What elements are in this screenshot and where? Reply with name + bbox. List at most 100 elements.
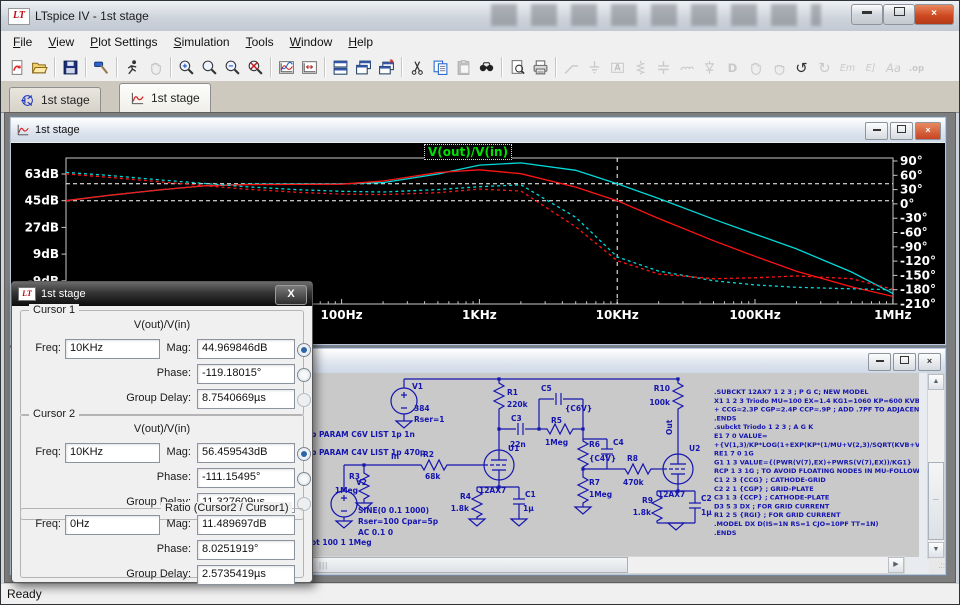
copy-icon[interactable] bbox=[429, 56, 452, 79]
svg-text:C2 2 1 {CGP} ; GRID-PLATE: C2 2 1 {CGP} ; GRID-PLATE bbox=[714, 485, 814, 493]
svg-text:1KHz: 1KHz bbox=[462, 308, 497, 322]
waveform-pane-icon[interactable] bbox=[275, 56, 298, 79]
svg-text:V2: V2 bbox=[356, 478, 367, 487]
group-delay-value[interactable]: 8.7540669µs bbox=[197, 389, 295, 409]
cascade-icon[interactable] bbox=[352, 56, 375, 79]
scroll-right-icon[interactable]: ▶ bbox=[888, 557, 904, 573]
schematic-restore-button[interactable] bbox=[893, 353, 916, 371]
mirror-icon bbox=[836, 56, 859, 79]
group-delay-value[interactable]: 2.5735419µs bbox=[197, 565, 295, 585]
freq-label: Freq: bbox=[35, 518, 61, 530]
svg-text:R1: R1 bbox=[507, 388, 518, 397]
menu-view[interactable]: View bbox=[40, 33, 82, 51]
select-trace-radio[interactable] bbox=[297, 447, 311, 461]
zoom-in-icon[interactable] bbox=[175, 56, 198, 79]
menu-simulation[interactable]: Simulation bbox=[166, 33, 238, 51]
select-trace-radio[interactable] bbox=[297, 368, 311, 382]
save-icon[interactable] bbox=[59, 56, 82, 79]
redo-icon bbox=[813, 56, 836, 79]
svg-text:Rser=1: Rser=1 bbox=[414, 415, 445, 424]
select-trace-radio[interactable] bbox=[297, 472, 311, 486]
axis-limits-icon[interactable] bbox=[298, 56, 321, 79]
open-icon[interactable] bbox=[28, 56, 51, 79]
menu-plot-settings[interactable]: Plot Settings bbox=[82, 33, 165, 51]
cursor-dialog-titlebar[interactable]: LT 1st stage bbox=[12, 282, 312, 306]
plot-close-button[interactable]: × bbox=[915, 122, 941, 140]
scroll-down-icon[interactable]: ▼ bbox=[928, 542, 944, 558]
svg-text:90°: 90° bbox=[900, 154, 923, 168]
tab-schematic-1st-stage[interactable]: 1st stage bbox=[9, 87, 101, 112]
schematic-vertical-scrollbar[interactable]: ▲ ─ ▼ bbox=[927, 373, 945, 559]
net-label-icon bbox=[606, 56, 629, 79]
toolbar-separator bbox=[270, 57, 272, 77]
tab-label: 1st stage bbox=[41, 93, 90, 107]
svg-text:1µ: 1µ bbox=[523, 504, 534, 513]
scroll-up-icon[interactable]: ▲ bbox=[928, 374, 944, 390]
cursor-dialog-close-button[interactable]: X bbox=[275, 285, 307, 305]
paste-icon bbox=[452, 56, 475, 79]
schematic-close-button[interactable]: × bbox=[918, 353, 941, 371]
select-trace-radio[interactable] bbox=[297, 343, 311, 357]
cursor-row: Freq: 0Hz Mag: 11.489697dB bbox=[21, 515, 303, 535]
phase-value[interactable]: -111.15495° bbox=[197, 468, 295, 488]
mag-value[interactable]: 11.489697dB bbox=[197, 515, 295, 535]
svg-text:1.8k: 1.8k bbox=[451, 504, 470, 513]
main-titlebar[interactable]: LT LTspice IV - 1st stage × bbox=[1, 1, 959, 32]
waveform-tab-icon bbox=[130, 91, 145, 106]
phase-value[interactable]: 8.0251919° bbox=[197, 540, 295, 560]
minimize-button[interactable] bbox=[851, 4, 883, 25]
undo-icon[interactable] bbox=[790, 56, 813, 79]
svg-text:C4: C4 bbox=[613, 438, 624, 447]
mag-value[interactable]: 56.459543dB bbox=[197, 443, 295, 463]
trace-name-header: V(out)/V(in) bbox=[133, 319, 191, 331]
resize-grip[interactable]: .:: bbox=[929, 558, 945, 574]
close-button[interactable]: × bbox=[914, 4, 954, 25]
svg-text:22n: 22n bbox=[510, 440, 526, 449]
find-icon[interactable] bbox=[475, 56, 498, 79]
phase-label: Phase: bbox=[156, 471, 191, 483]
maximize-button[interactable] bbox=[883, 4, 915, 25]
svg-text:9dB: 9dB bbox=[33, 247, 59, 261]
print-preview-icon[interactable] bbox=[506, 56, 529, 79]
cut-icon[interactable] bbox=[406, 56, 429, 79]
plot-window-titlebar[interactable]: 1st stage × bbox=[11, 118, 945, 142]
menu-file[interactable]: File bbox=[5, 33, 40, 51]
cascade-new-icon[interactable] bbox=[375, 56, 398, 79]
status-text: Ready bbox=[7, 587, 42, 601]
zoom-area-icon[interactable] bbox=[198, 56, 221, 79]
statusbar: Ready bbox=[1, 583, 959, 604]
mag-value[interactable]: 44.969846dB bbox=[197, 339, 295, 359]
zoom-full-icon[interactable] bbox=[244, 56, 267, 79]
halt-icon bbox=[144, 56, 167, 79]
zoom-out-icon[interactable] bbox=[221, 56, 244, 79]
svg-text:-180°: -180° bbox=[900, 283, 936, 297]
diode-icon bbox=[698, 56, 721, 79]
menu-window[interactable]: Window bbox=[282, 33, 341, 51]
svg-text:0°: 0° bbox=[900, 197, 914, 211]
tile-horizontal-icon[interactable] bbox=[329, 56, 352, 79]
svg-text:68k: 68k bbox=[425, 472, 441, 481]
trace-label[interactable]: V(out)/V(in) bbox=[424, 144, 513, 160]
menu-tools[interactable]: Tools bbox=[238, 33, 282, 51]
print-icon[interactable] bbox=[529, 56, 552, 79]
ltspice-logo-icon: LT bbox=[18, 287, 36, 301]
menu-help[interactable]: Help bbox=[340, 33, 381, 51]
plot-minimize-button[interactable] bbox=[865, 122, 888, 140]
spice-directive-icon bbox=[905, 56, 928, 79]
phase-value[interactable]: -119.18015° bbox=[197, 364, 295, 384]
svg-text:R6: R6 bbox=[589, 440, 600, 449]
toolbar-separator bbox=[555, 57, 557, 77]
svg-text:-120°: -120° bbox=[900, 254, 936, 268]
run-icon[interactable] bbox=[121, 56, 144, 79]
svg-text:63dB: 63dB bbox=[25, 167, 59, 181]
plot-restore-button[interactable] bbox=[890, 122, 913, 140]
tab-waveform-1st-stage[interactable]: 1st stage bbox=[119, 83, 211, 112]
new-schematic-icon[interactable] bbox=[5, 56, 28, 79]
select-trace-radio[interactable] bbox=[297, 393, 311, 407]
control-panel-icon[interactable] bbox=[90, 56, 113, 79]
ground-icon bbox=[583, 56, 606, 79]
cursor-row: Phase: -111.15495° bbox=[21, 468, 311, 488]
phase-label: Phase: bbox=[156, 367, 191, 379]
svg-text:ot 100 1 1Meg: ot 100 1 1Meg bbox=[311, 538, 372, 547]
schematic-minimize-button[interactable] bbox=[868, 353, 891, 371]
